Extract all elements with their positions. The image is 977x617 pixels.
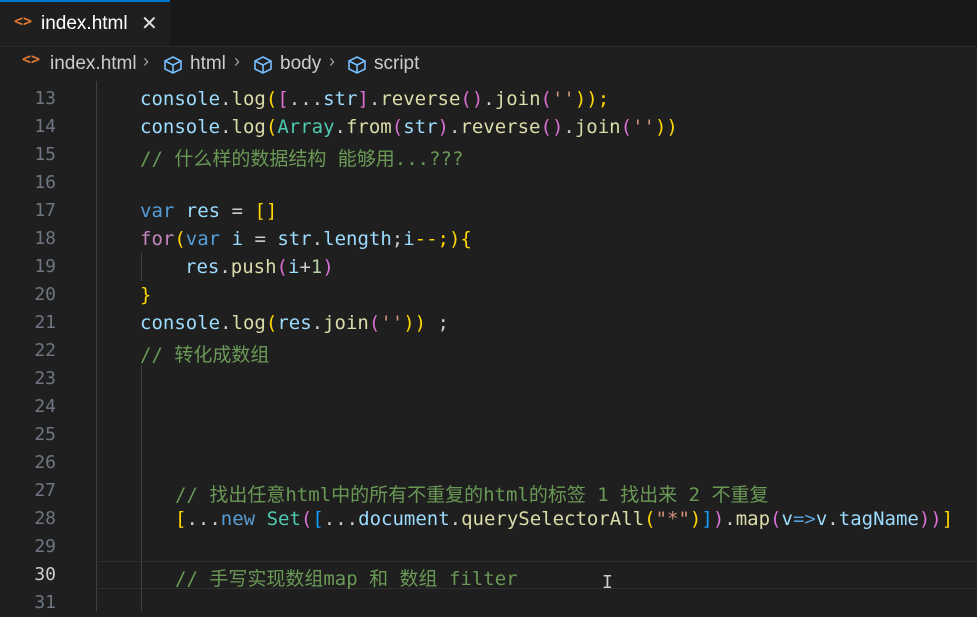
- line-number: 24: [34, 396, 56, 417]
- code-line: 28 [...new Set([...document.querySelecto…: [0, 505, 977, 533]
- line-number: 21: [34, 312, 56, 333]
- breadcrumb-body[interactable]: body: [280, 53, 321, 75]
- editor-tab-bar: <> index.html ✕: [0, 0, 977, 47]
- code-line: 17 var res = []: [0, 197, 977, 225]
- line-number: 13: [34, 88, 56, 109]
- chevron-right-icon: ›: [143, 51, 149, 71]
- html-file-icon: <>: [14, 12, 33, 30]
- line-number: 22: [34, 340, 56, 361]
- code-text: console.log(res.join('')) ;: [140, 312, 449, 334]
- chevron-right-icon: ›: [329, 51, 335, 71]
- code-line: 31: [0, 589, 977, 617]
- line-number: 29: [34, 536, 56, 557]
- breadcrumb-file[interactable]: index.html: [50, 53, 137, 75]
- code-line: 14 console.log(Array.from(str).reverse()…: [0, 113, 977, 141]
- symbol-cube-icon: [254, 56, 272, 74]
- code-line: 22 // 转化成数组: [0, 337, 977, 366]
- code-line: 15 // 什么样的数据结构 能够用...???: [0, 141, 977, 170]
- line-number: 15: [34, 144, 56, 165]
- breadcrumb-html[interactable]: html: [190, 53, 226, 75]
- code-comment: // 找出任意html中的所有不重复的html的标签 1 找出来 2 不重复: [175, 484, 769, 506]
- symbol-cube-icon: [164, 56, 182, 74]
- html-file-icon: <>: [22, 50, 41, 68]
- code-line: 16: [0, 169, 977, 197]
- code-text: [...new Set([...document.querySelectorAl…: [175, 508, 954, 530]
- breadcrumb-script[interactable]: script: [374, 53, 419, 75]
- line-number: 14: [34, 116, 56, 137]
- line-number: 20: [34, 284, 56, 305]
- line-number: 27: [34, 480, 56, 501]
- code-text: var res = []: [140, 200, 278, 222]
- code-comment: // 手写实现数组map 和 数组 filter: [175, 568, 518, 590]
- code-line: 23: [0, 365, 977, 393]
- code-text: }: [140, 284, 152, 306]
- code-editor[interactable]: 13 console.log([...str].reverse().join('…: [0, 81, 977, 613]
- line-number-active: 30: [34, 564, 56, 585]
- line-number: 19: [34, 256, 56, 277]
- line-number: 28: [34, 508, 56, 529]
- line-number: 25: [34, 424, 56, 445]
- code-comment: // 什么样的数据结构 能够用...???: [140, 148, 464, 170]
- code-line: 21 console.log(res.join('')) ;: [0, 309, 977, 337]
- code-text: for(var i = str.length;i--;){: [140, 228, 472, 250]
- text-cursor-icon: I: [602, 572, 613, 593]
- code-comment: // 转化成数组: [140, 344, 270, 366]
- line-number: 31: [34, 592, 56, 613]
- tab-label: index.html: [41, 13, 128, 34]
- line-number: 26: [34, 452, 56, 473]
- code-text: res.push(i+1): [185, 256, 334, 278]
- line-number: 16: [34, 172, 56, 193]
- line-number: 18: [34, 228, 56, 249]
- line-number: 17: [34, 200, 56, 221]
- code-line: 27 // 找出任意html中的所有不重复的html的标签 1 找出来 2 不重…: [0, 477, 977, 506]
- code-line: 24: [0, 393, 977, 421]
- line-number: 23: [34, 368, 56, 389]
- code-line: 29: [0, 533, 977, 561]
- code-line: 25: [0, 421, 977, 449]
- code-line: 19 res.push(i+1): [0, 253, 977, 281]
- code-line: 18 for(var i = str.length;i--;){: [0, 225, 977, 253]
- chevron-right-icon: ›: [234, 51, 240, 71]
- code-line: 20 }: [0, 281, 977, 309]
- symbol-cube-icon: [348, 56, 366, 74]
- close-icon[interactable]: ✕: [141, 11, 158, 36]
- code-text: console.log(Array.from(str).reverse().jo…: [140, 116, 678, 138]
- breadcrumb: <> index.html › html › body › script: [0, 47, 977, 81]
- code-text: console.log([...str].reverse().join(''))…: [140, 88, 610, 110]
- code-line-active: 30 // 手写实现数组map 和 数组 filter: [0, 561, 977, 590]
- code-line: 13 console.log([...str].reverse().join('…: [0, 85, 977, 113]
- code-line: 26: [0, 449, 977, 477]
- tab-index-html[interactable]: <> index.html ✕: [0, 0, 170, 46]
